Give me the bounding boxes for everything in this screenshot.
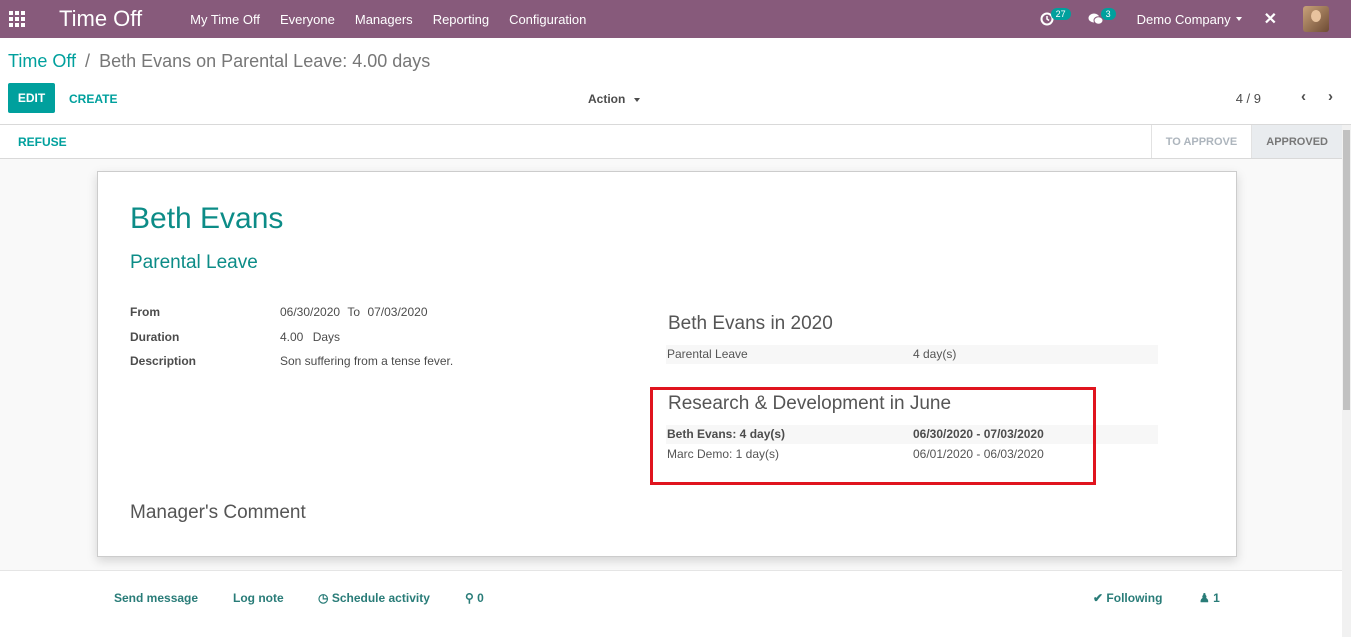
stage-approved: APPROVED [1251, 125, 1342, 158]
menu-reporting[interactable]: Reporting [433, 12, 489, 27]
stage-to-approve: TO APPROVE [1150, 125, 1252, 158]
action-label: Action [588, 92, 626, 106]
following-label: Following [1106, 591, 1163, 605]
duration-unit: Days [312, 330, 341, 344]
edit-button[interactable]: EDIT [8, 83, 55, 113]
year-summary-label: Parental Leave [667, 347, 748, 361]
chatter-topbar: Send message Log note ◷ Schedule activit… [0, 570, 1342, 637]
app-title[interactable]: Time Off [59, 6, 142, 32]
scrollbar-thumb[interactable] [1343, 130, 1350, 410]
attachments-button[interactable]: ⚲ 0 [465, 591, 484, 605]
duration-label: Duration [130, 330, 180, 344]
description-label: Description [130, 354, 197, 368]
schedule-activity-label: Schedule activity [331, 591, 430, 605]
refuse-button[interactable]: REFUSE [18, 135, 67, 149]
menu-configuration[interactable]: Configuration [509, 12, 586, 27]
page-scrollbar[interactable] [1342, 125, 1351, 637]
breadcrumb: Time Off / Beth Evans on Parental Leave:… [8, 51, 430, 72]
status-bar: REFUSE TO APPROVE APPROVED [0, 125, 1342, 159]
company-name: Demo Company [1136, 11, 1231, 27]
check-icon: ✔ [1093, 591, 1104, 605]
clock-icon: ◷ [318, 591, 329, 605]
from-label: From [130, 305, 160, 319]
followers-button[interactable]: ♟ 1 [1199, 591, 1220, 605]
pager-next-icon[interactable]: › [1328, 88, 1333, 105]
user-avatar[interactable] [1303, 6, 1329, 32]
breadcrumb-parent-link[interactable]: Time Off [8, 51, 76, 71]
attachment-count: 0 [477, 591, 484, 605]
manager-comment-title: Manager's Comment [130, 502, 306, 523]
navbar-systray: 27 3 Demo Company ✕ [1040, 0, 1351, 38]
menu-everyone[interactable]: Everyone [280, 12, 335, 27]
form-sheet: Beth Evans Parental Leave From 06/30/202… [97, 171, 1237, 557]
main-menu: My Time Off Everyone Managers Reporting … [190, 12, 606, 27]
breadcrumb-separator: / [85, 51, 91, 71]
description-value: Son suffering from a tense fever. [280, 354, 454, 368]
pager-value[interactable]: 4 / 9 [1236, 91, 1261, 106]
menu-my-time-off[interactable]: My Time Off [190, 12, 260, 27]
activity-menu[interactable]: 27 [1040, 8, 1074, 26]
apps-menu-icon[interactable] [0, 0, 34, 38]
to-date: 07/03/2020 [367, 305, 428, 319]
control-panel: Time Off / Beth Evans on Parental Leave:… [0, 38, 1351, 125]
date-range-field: 06/30/2020 To 07/03/2020 [280, 305, 428, 319]
user-icon: ♟ [1199, 591, 1210, 605]
follower-count: 1 [1213, 591, 1220, 605]
action-dropdown[interactable]: Action [588, 92, 640, 106]
duration-value: 4.00 [280, 330, 304, 344]
debug-tools-icon[interactable]: ✕ [1264, 9, 1277, 29]
breadcrumb-current: Beth Evans on Parental Leave: 4.00 days [99, 51, 431, 71]
year-summary-title: Beth Evans in 2020 [668, 313, 833, 334]
messaging-menu[interactable]: 3 [1088, 8, 1119, 26]
employee-name: Beth Evans [130, 202, 284, 235]
message-count-badge: 3 [1100, 8, 1116, 20]
menu-managers[interactable]: Managers [355, 12, 413, 27]
from-date: 06/30/2020 [280, 305, 341, 319]
stage-pipeline: TO APPROVE APPROVED [1150, 125, 1342, 158]
log-note-button[interactable]: Log note [233, 591, 284, 605]
year-summary-value: 4 day(s) [913, 347, 957, 361]
schedule-activity-button[interactable]: ◷ Schedule activity [318, 591, 430, 605]
to-word: To [347, 305, 361, 319]
chevron-down-icon [1235, 17, 1242, 21]
highlight-annotation-box [650, 387, 1096, 485]
top-navbar: Time Off My Time Off Everyone Managers R… [0, 0, 1351, 38]
paperclip-icon: ⚲ [465, 591, 474, 605]
chevron-down-icon [633, 97, 640, 102]
activity-count-badge: 27 [1050, 8, 1071, 20]
leave-type: Parental Leave [130, 252, 258, 273]
send-message-button[interactable]: Send message [114, 591, 198, 605]
duration-field: 4.00 Days [280, 330, 340, 344]
create-button[interactable]: CREATE [69, 92, 117, 106]
pager-previous-icon[interactable]: ‹ [1301, 88, 1306, 105]
company-switcher[interactable]: Demo Company [1137, 12, 1242, 27]
following-button[interactable]: ✔ Following [1093, 591, 1162, 605]
